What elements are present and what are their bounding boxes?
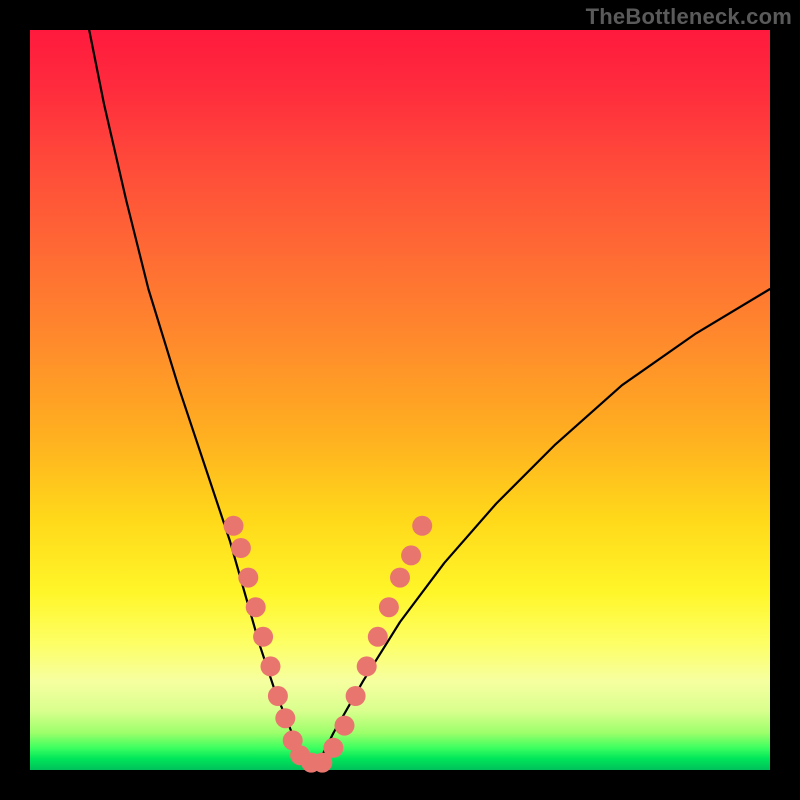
data-point	[275, 708, 295, 728]
data-point	[253, 627, 273, 647]
data-point	[368, 627, 388, 647]
watermark-text: TheBottleneck.com	[586, 4, 792, 30]
data-point	[335, 716, 355, 736]
data-point	[346, 686, 366, 706]
data-point	[390, 568, 410, 588]
data-point	[261, 656, 281, 676]
data-point	[379, 597, 399, 617]
bottleneck-curve	[89, 30, 770, 763]
data-point	[401, 545, 421, 565]
plot-area	[30, 30, 770, 770]
data-point	[323, 738, 343, 758]
chart-svg	[30, 30, 770, 770]
chart-stage: TheBottleneck.com	[0, 0, 800, 800]
data-point	[412, 516, 432, 536]
data-point	[224, 516, 244, 536]
data-point	[238, 568, 258, 588]
data-point	[231, 538, 251, 558]
marker-group	[224, 516, 433, 773]
data-point	[246, 597, 266, 617]
data-point	[357, 656, 377, 676]
data-point	[268, 686, 288, 706]
